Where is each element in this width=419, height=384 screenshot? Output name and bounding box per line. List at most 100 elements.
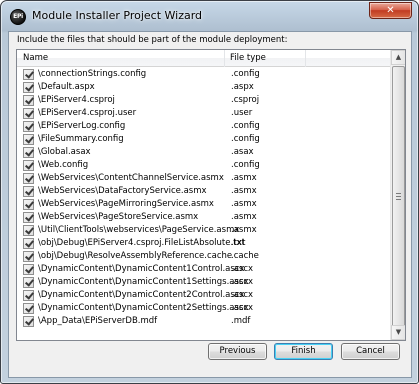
cancel-button[interactable]: Cancel [341, 343, 400, 360]
include-checkbox[interactable] [23, 212, 34, 223]
file-type-cell: .asmx [231, 225, 257, 235]
file-name-cell: \Default.aspx [38, 82, 95, 92]
table-row[interactable]: \App_Data\EPiServerDB.mdf .mdf [17, 315, 391, 328]
file-type-cell: .asmx [231, 186, 257, 196]
previous-button[interactable]: Previous [208, 343, 267, 360]
close-button[interactable]: ✕ [369, 2, 412, 19]
file-type-cell: .asmx [231, 199, 257, 209]
table-row[interactable]: \Global.asax .asax [17, 146, 391, 159]
table-row[interactable]: \DynamicContent\DynamicContent1Control.a… [17, 263, 391, 276]
dialog-body: Include the files that should be part of… [8, 31, 412, 378]
file-type-cell: .ascx [231, 277, 254, 287]
table-row[interactable]: \connectionStrings.config .config [17, 68, 391, 81]
scrollbar-thumb[interactable] [392, 66, 405, 328]
table-row[interactable]: \WebServices\DataFactoryService.asmx .asm… [17, 185, 391, 198]
file-name-cell: \WebServices\DataFactoryService.asmx [38, 186, 207, 196]
file-list[interactable]: Name File type \connectionStrings.config… [16, 49, 406, 341]
column-header-name[interactable]: Name [17, 50, 225, 67]
file-type-cell: .user [231, 108, 253, 118]
grip-line [396, 199, 401, 200]
table-row[interactable]: \DynamicContent\DynamicContent2Control.a… [17, 289, 391, 302]
file-name-cell: \DynamicContent\DynamicContent1Settings.… [38, 277, 249, 287]
file-name-cell: \EPiServerLog.config [38, 121, 126, 131]
include-checkbox[interactable] [23, 290, 34, 301]
table-row[interactable]: \EPiServer4.csproj .csproj [17, 94, 391, 107]
include-checkbox[interactable] [23, 160, 34, 171]
include-checkbox[interactable] [23, 264, 34, 275]
include-checkbox[interactable] [23, 277, 34, 288]
include-checkbox[interactable] [23, 108, 34, 119]
grip-line [396, 196, 401, 197]
finish-button[interactable]: Finish [274, 343, 333, 360]
file-name-cell: \DynamicContent\DynamicContent1Control.a… [38, 264, 245, 274]
include-checkbox[interactable] [23, 225, 34, 236]
include-checkbox[interactable] [23, 69, 34, 80]
file-name-cell: \DynamicContent\DynamicContent2Control.a… [38, 290, 245, 300]
table-row[interactable]: \Web.config .config [17, 159, 391, 172]
file-type-cell: .asmx [231, 173, 257, 183]
file-name-cell: \obj\Debug\EPiServer4.csproj.FileListAbs… [38, 238, 245, 248]
file-type-cell: .config [231, 160, 260, 170]
table-row[interactable]: \WebServices\PageStoreService.asmx .asmx [17, 211, 391, 224]
scroll-up-icon[interactable]: ▲ [391, 50, 405, 65]
instruction-label: Include the files that should be part of… [17, 35, 288, 45]
file-name-cell: \EPiServer4.csproj [38, 95, 115, 105]
table-row[interactable]: \Util\ClientTools\webservices\PageServic… [17, 224, 391, 237]
file-name-cell: \connectionStrings.config [38, 69, 147, 79]
app-logo-icon: EPi [10, 9, 26, 25]
include-checkbox[interactable] [23, 238, 34, 249]
include-checkbox[interactable] [23, 95, 34, 106]
file-name-cell: \DynamicContent\DynamicContent2Settings.… [38, 303, 249, 313]
file-name-cell: \WebServices\PageStoreService.asmx [38, 212, 199, 222]
table-row[interactable]: \WebServices\PageMirroringService.asmx .a… [17, 198, 391, 211]
file-type-cell: .txt [231, 238, 246, 248]
include-checkbox[interactable] [23, 251, 34, 262]
include-checkbox[interactable] [23, 82, 34, 93]
include-checkbox[interactable] [23, 147, 34, 158]
scroll-down-icon[interactable]: ▼ [391, 325, 405, 340]
table-row[interactable]: \obj\Debug\EPiServer4.csproj.FileListAbs… [17, 237, 391, 250]
file-name-cell: \EPiServer4.csproj.user [38, 108, 137, 118]
title-bar[interactable]: EPi Module Installer Project Wizard ✕ [1, 1, 418, 31]
table-row[interactable]: \EPiServer4.csproj.user .user [17, 107, 391, 120]
table-row[interactable]: \DynamicContent\DynamicContent2Settings.… [17, 302, 391, 315]
file-type-cell: .config [231, 134, 260, 144]
column-header-file-type[interactable]: File type [226, 50, 306, 67]
file-name-cell: \FileSummary.config [38, 134, 124, 144]
table-row[interactable]: \FileSummary.config .config [17, 133, 391, 146]
file-name-cell: \WebServices\ContentChannelService.asmx [38, 173, 224, 183]
include-checkbox[interactable] [23, 199, 34, 210]
grip-line [396, 193, 401, 194]
file-type-cell: .mdf [231, 316, 251, 326]
file-rows: \connectionStrings.config .config \Default… [17, 68, 391, 328]
include-checkbox[interactable] [23, 186, 34, 197]
file-type-cell: .config [231, 121, 260, 131]
include-checkbox[interactable] [23, 173, 34, 184]
file-name-cell: \WebServices\PageMirroringService.asmx [38, 199, 214, 209]
table-row[interactable]: \Default.aspx .aspx [17, 81, 391, 94]
file-name-cell: \Web.config [38, 160, 89, 170]
include-checkbox[interactable] [23, 303, 34, 314]
file-type-cell: .config [231, 69, 260, 79]
include-checkbox[interactable] [23, 316, 34, 327]
file-name-cell: \Util\ClientTools\webservices\PageServic… [38, 225, 240, 235]
file-name-cell: \Global.asax [38, 147, 91, 157]
file-type-cell: .asmx [231, 212, 257, 222]
file-type-cell: .csproj [231, 95, 260, 105]
table-row[interactable]: \WebServices\ContentChannelService.asmx.… [17, 172, 391, 185]
file-type-cell: .aspx [231, 82, 254, 92]
wizard-window: EPi Module Installer Project Wizard ✕ In… [0, 0, 419, 384]
file-type-cell: .asax [231, 147, 254, 157]
file-type-cell: .cache [231, 251, 259, 261]
window-title: Module Installer Project Wizard [32, 9, 203, 22]
include-checkbox[interactable] [23, 121, 34, 132]
file-name-cell: \obj\Debug\ResolveAssemblyReference.cach… [38, 251, 233, 261]
vertical-scrollbar[interactable]: ▲ ▼ [390, 50, 405, 340]
table-row[interactable]: \obj\Debug\ResolveAssemblyReference.cach… [17, 250, 391, 263]
file-type-cell: .ascx [231, 290, 254, 300]
file-name-cell: \App_Data\EPiServerDB.mdf [38, 316, 158, 326]
file-type-cell: .ascx [231, 303, 254, 313]
include-checkbox[interactable] [23, 134, 34, 145]
table-row[interactable]: \EPiServerLog.config .config [17, 120, 391, 133]
table-row[interactable]: \DynamicContent\DynamicContent1Settings.… [17, 276, 391, 289]
